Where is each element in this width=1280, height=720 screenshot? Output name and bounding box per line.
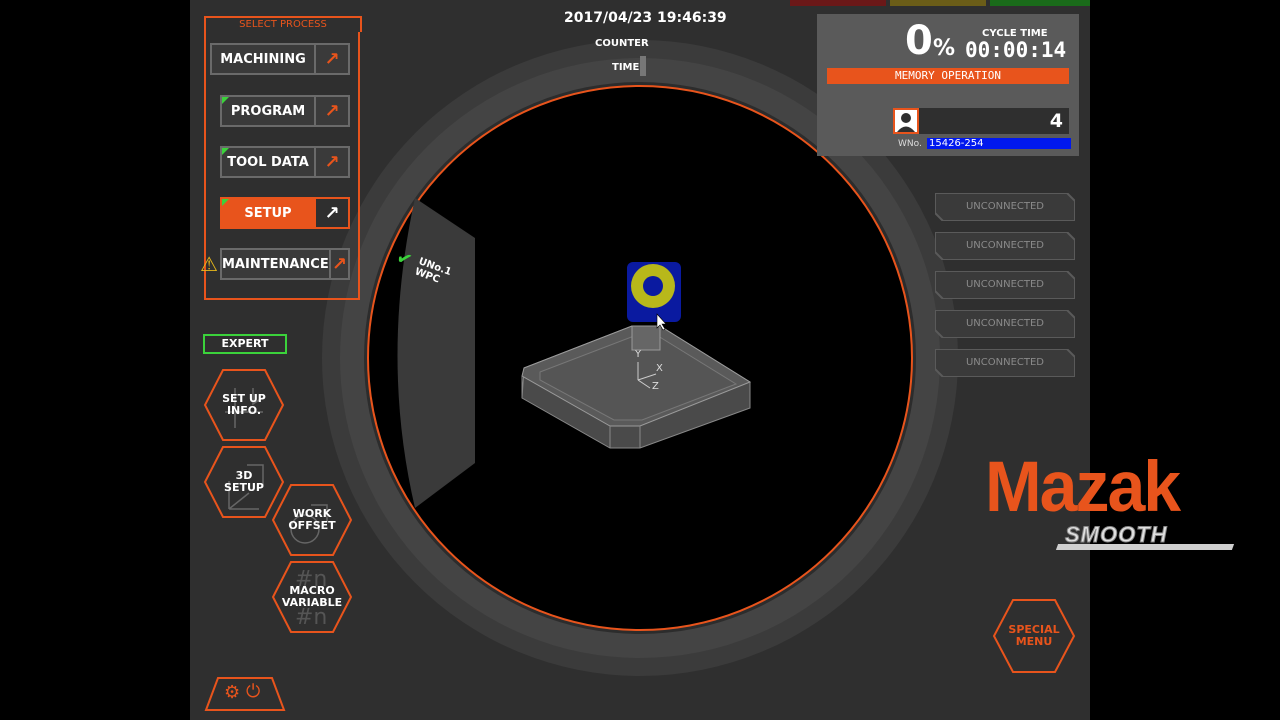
time-indicator — [640, 56, 646, 76]
connection-slot-5[interactable]: UNCONNECTED — [935, 349, 1075, 377]
maintenance-label: MAINTENANCE — [222, 256, 329, 272]
logo-sub: SMOOTH — [1065, 522, 1168, 548]
percent-symbol: % — [933, 36, 956, 61]
arrow-up-right-icon: ↗ — [314, 45, 348, 73]
status-tick-icon — [222, 148, 229, 155]
user-icon — [893, 108, 919, 134]
connection-status: UNCONNECTED — [965, 318, 1045, 329]
warning-icon: ⚠ — [200, 252, 218, 276]
cycle-time-value: 00:00:14 — [965, 38, 1067, 62]
tool-data-button[interactable]: TOOL DATA ↗ — [220, 146, 350, 178]
status-tick-icon — [222, 97, 229, 104]
connection-status: UNCONNECTED — [965, 279, 1045, 290]
connection-slot-4[interactable]: UNCONNECTED — [935, 310, 1075, 338]
workpiece-3d — [521, 262, 752, 449]
setup-label: SETUP — [244, 205, 292, 221]
program-button[interactable]: PROGRAM ↗ — [220, 95, 350, 127]
gear-icon[interactable]: ⚙ — [224, 682, 240, 703]
wno-value: 15426-254 — [927, 138, 1071, 149]
setup-info-label: SET UP INFO. — [222, 392, 266, 417]
status-bar-yellow — [890, 0, 986, 6]
wno-label: WNo. — [898, 139, 922, 149]
machining-button[interactable]: MACHINING ↗ — [210, 43, 350, 75]
connection-slot-2[interactable]: UNCONNECTED — [935, 232, 1075, 260]
power-icon[interactable]: ⏻ — [246, 681, 260, 702]
power-settings-button[interactable]: ⚙ ⏻ — [204, 676, 286, 712]
operator-number: 4 — [1049, 110, 1063, 132]
expert-badge[interactable]: EXPERT — [203, 334, 287, 354]
connection-slot-1[interactable]: UNCONNECTED — [935, 193, 1075, 221]
work-offset-button[interactable]: WORK OFFSET — [271, 483, 353, 557]
axis-z-label: Z — [652, 381, 659, 392]
status-bar-red — [790, 0, 886, 6]
macro-variable-button[interactable]: #n #n MACRO VARIABLE — [271, 560, 353, 634]
work-offset-label: WORK OFFSET — [288, 507, 336, 532]
tool-data-label: TOOL DATA — [227, 154, 309, 170]
time-label[interactable]: TIME — [612, 62, 639, 73]
cnc-screen: 2017/04/23 19:46:39 COUNTER TIME ✔ UNo.1… — [190, 0, 1090, 720]
axis-x-label: X — [656, 363, 663, 374]
mazak-logo: Mazak SMOOTH — [985, 447, 1245, 562]
axis-y-label: Y — [635, 349, 642, 360]
arrow-up-right-icon: ↗ — [328, 250, 348, 278]
maintenance-button[interactable]: MAINTENANCE ↗ — [220, 248, 350, 280]
program-label: PROGRAM — [230, 103, 306, 119]
status-bar-green — [990, 0, 1090, 6]
connection-status: UNCONNECTED — [965, 357, 1045, 368]
arrow-up-right-icon: ↗ — [314, 199, 348, 227]
arrow-up-right-icon: ↗ — [314, 97, 348, 125]
connection-slot-3[interactable]: UNCONNECTED — [935, 271, 1075, 299]
progress-percent: 0 — [905, 18, 933, 64]
cycle-status-panel: 0 % CYCLE TIME 00:00:14 MEMORY OPERATION… — [817, 14, 1079, 156]
counter-label[interactable]: COUNTER — [595, 38, 649, 49]
connection-status: UNCONNECTED — [965, 201, 1045, 212]
operation-mode: MEMORY OPERATION — [827, 68, 1069, 84]
wpc-segment — [397, 198, 475, 508]
macro-variable-label: MACRO VARIABLE — [281, 584, 343, 609]
setup-button[interactable]: SETUP ↗ — [220, 197, 350, 229]
special-menu-button[interactable]: SPECIAL MENU — [992, 598, 1076, 674]
machining-label: MACHINING — [220, 51, 306, 67]
datetime: 2017/04/23 19:46:39 — [564, 10, 727, 26]
select-process-title: SELECT PROCESS — [204, 16, 362, 32]
arrow-up-right-icon: ↗ — [314, 148, 348, 176]
special-menu-label: SPECIAL MENU — [1008, 623, 1060, 648]
operator-box[interactable]: 4 — [893, 108, 1069, 134]
status-tick-icon — [222, 199, 229, 206]
logo-brand: Mazak — [985, 447, 1181, 527]
setup-info-button[interactable]: SET UP INFO. — [203, 368, 285, 442]
connection-status: UNCONNECTED — [965, 240, 1045, 251]
